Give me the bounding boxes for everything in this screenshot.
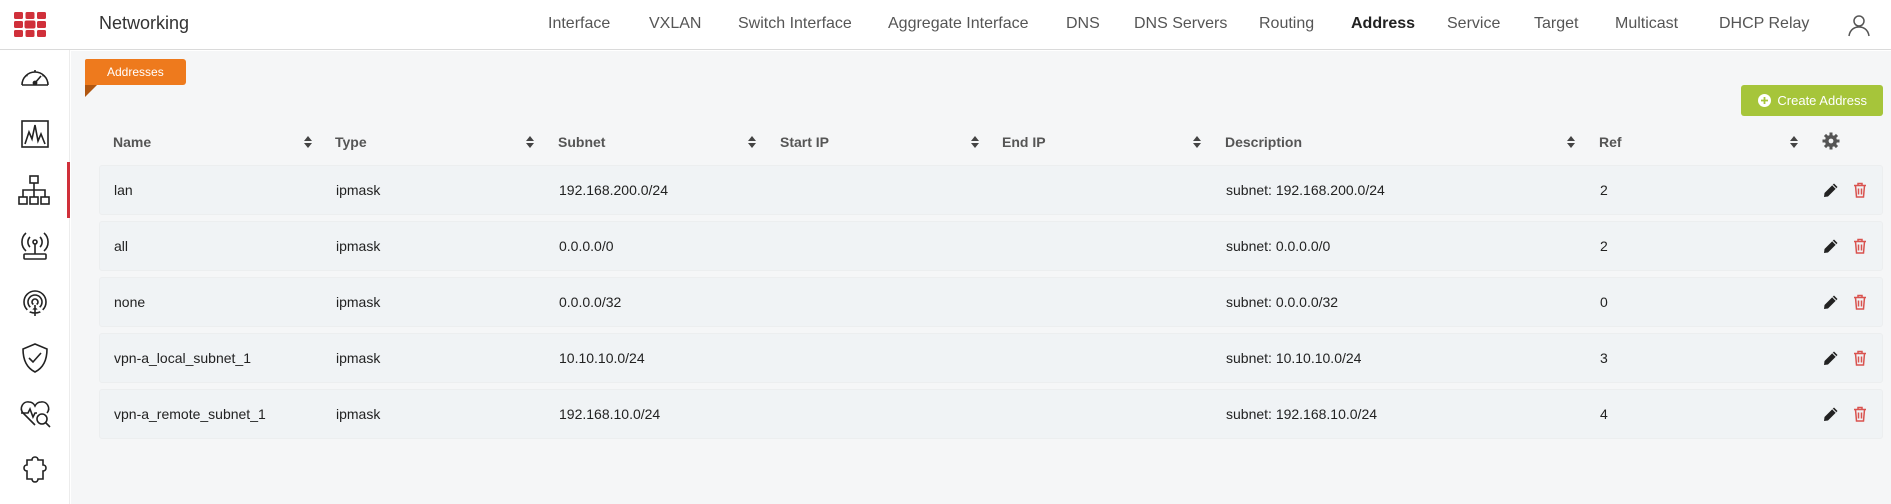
app-title: Networking	[99, 13, 190, 33]
nav-tab-interface[interactable]: Interface	[548, 15, 610, 33]
cell-name: vpn-a_local_subnet_1	[114, 350, 251, 366]
column-header-end-ip[interactable]: End IP	[1002, 119, 1046, 165]
cell-name: all	[114, 238, 129, 254]
sort-icon[interactable]	[1566, 135, 1576, 149]
nav-tab-dns-servers[interactable]: DNS Servers	[1134, 15, 1227, 33]
sidebar-item-security[interactable]	[0, 330, 70, 386]
nav-tab-dhcp-relay[interactable]: DHCP Relay	[1719, 15, 1809, 33]
sort-icon[interactable]	[747, 135, 757, 149]
edit-pencil-icon[interactable]	[1823, 182, 1839, 198]
table-row[interactable]: none ipmask 0.0.0.0/32 subnet: 0.0.0.0/3…	[99, 277, 1883, 327]
sidebar	[0, 50, 70, 504]
delete-trash-icon[interactable]	[1852, 406, 1868, 422]
cell-ref: 2	[1600, 182, 1608, 198]
nav-tab-address[interactable]: Address	[1351, 15, 1415, 33]
cell-name: vpn-a_remote_subnet_1	[114, 406, 266, 422]
section-tag: Addresses	[85, 59, 186, 85]
column-header-name[interactable]: Name	[113, 119, 151, 165]
table-row[interactable]: vpn-a_local_subnet_1 ipmask 10.10.10.0/2…	[99, 333, 1883, 383]
cell-subnet: 192.168.200.0/24	[559, 182, 668, 198]
column-header-type[interactable]: Type	[335, 119, 367, 165]
create-address-label: Create Address	[1777, 93, 1867, 108]
delete-trash-icon[interactable]	[1852, 350, 1868, 366]
delete-trash-icon[interactable]	[1852, 294, 1868, 310]
sort-icon[interactable]	[1192, 135, 1202, 149]
fortinet-logo-icon[interactable]	[14, 12, 46, 37]
column-settings-gear-icon[interactable]	[1822, 132, 1840, 150]
sidebar-item-signal[interactable]	[0, 274, 70, 330]
cell-subnet: 192.168.10.0/24	[559, 406, 661, 422]
cell-type: ipmask	[336, 350, 381, 366]
cell-subnet: 10.10.10.0/24	[559, 350, 645, 366]
cell-name: lan	[114, 182, 133, 198]
sort-icon[interactable]	[970, 135, 980, 149]
table-row[interactable]: lan ipmask 192.168.200.0/24 subnet: 192.…	[99, 165, 1883, 215]
cell-ref: 2	[1600, 238, 1608, 254]
cell-name: none	[114, 294, 146, 310]
sidebar-item-dashboard[interactable]	[0, 50, 70, 106]
integration-puzzle-icon	[23, 456, 47, 483]
table-row[interactable]: all ipmask 0.0.0.0/0 subnet: 0.0.0.0/0 2	[99, 221, 1883, 271]
cell-type: ipmask	[336, 238, 381, 254]
edit-pencil-icon[interactable]	[1823, 294, 1839, 310]
user-profile-icon[interactable]	[1847, 13, 1871, 37]
column-header-ref[interactable]: Ref	[1599, 119, 1622, 165]
nav-tab-vxlan[interactable]: VXLAN	[649, 15, 701, 33]
cell-subnet: 0.0.0.0/32	[559, 294, 622, 310]
sidebar-item-monitor[interactable]	[0, 106, 70, 162]
cell-description: subnet: 10.10.10.0/24	[1226, 350, 1362, 366]
network-topology-icon	[17, 175, 50, 205]
cell-type: ipmask	[336, 406, 381, 422]
cell-type: ipmask	[336, 294, 381, 310]
cell-subnet: 0.0.0.0/0	[559, 238, 614, 254]
section-tag-fold	[85, 85, 97, 97]
nav-tab-dns[interactable]: DNS	[1066, 15, 1100, 33]
sidebar-item-integrations[interactable]	[0, 442, 70, 498]
table-header: Name Type Subnet Start IP End IP Descrip…	[99, 119, 1883, 165]
delete-trash-icon[interactable]	[1852, 238, 1868, 254]
nav-tab-aggregate-interface[interactable]: Aggregate Interface	[888, 15, 1029, 33]
sort-icon[interactable]	[1789, 135, 1799, 149]
plus-circle-icon	[1758, 94, 1772, 107]
edit-pencil-icon[interactable]	[1823, 406, 1839, 422]
security-shield-icon	[22, 343, 48, 373]
cell-description: subnet: 192.168.10.0/24	[1226, 406, 1378, 422]
create-address-button[interactable]: Create Address	[1741, 85, 1883, 116]
sort-icon[interactable]	[303, 135, 313, 149]
cell-ref: 3	[1600, 350, 1608, 366]
column-header-description[interactable]: Description	[1225, 119, 1302, 165]
column-header-subnet[interactable]: Subnet	[558, 119, 605, 165]
cell-ref: 0	[1600, 294, 1608, 310]
cell-description: subnet: 192.168.200.0/24	[1226, 182, 1385, 198]
nav-tab-multicast[interactable]: Multicast	[1615, 15, 1678, 33]
sidebar-item-wifi[interactable]	[0, 218, 70, 274]
cell-ref: 4	[1600, 406, 1608, 422]
address-table: Name Type Subnet Start IP End IP Descrip…	[99, 119, 1883, 445]
sidebar-item-network[interactable]	[0, 162, 70, 218]
main-content: Addresses Create Address Name Type Subne…	[71, 51, 1891, 504]
cell-description: subnet: 0.0.0.0/0	[1226, 238, 1331, 254]
sort-icon[interactable]	[525, 135, 535, 149]
top-bar: Networking Interface VXLAN Switch Interf…	[0, 0, 1891, 50]
monitor-chart-icon	[21, 120, 49, 148]
column-header-start-ip[interactable]: Start IP	[780, 119, 829, 165]
health-monitor-icon	[20, 401, 51, 428]
nav-tab-routing[interactable]: Routing	[1259, 15, 1314, 33]
cell-description: subnet: 0.0.0.0/32	[1226, 294, 1339, 310]
nav-tab-switch-interface[interactable]: Switch Interface	[738, 15, 852, 33]
edit-pencil-icon[interactable]	[1823, 350, 1839, 366]
nav-tab-service[interactable]: Service	[1447, 15, 1500, 33]
top-nav: Interface VXLAN Switch Interface Aggrega…	[530, 0, 1891, 50]
edit-pencil-icon[interactable]	[1823, 238, 1839, 254]
sidebar-item-health[interactable]	[0, 386, 70, 442]
cell-type: ipmask	[336, 182, 381, 198]
broadcast-signal-icon	[23, 290, 47, 316]
dashboard-gauge-icon	[21, 70, 49, 86]
wifi-access-point-icon	[21, 232, 49, 260]
nav-tab-target[interactable]: Target	[1534, 15, 1578, 33]
delete-trash-icon[interactable]	[1852, 182, 1868, 198]
table-row[interactable]: vpn-a_remote_subnet_1 ipmask 192.168.10.…	[99, 389, 1883, 439]
